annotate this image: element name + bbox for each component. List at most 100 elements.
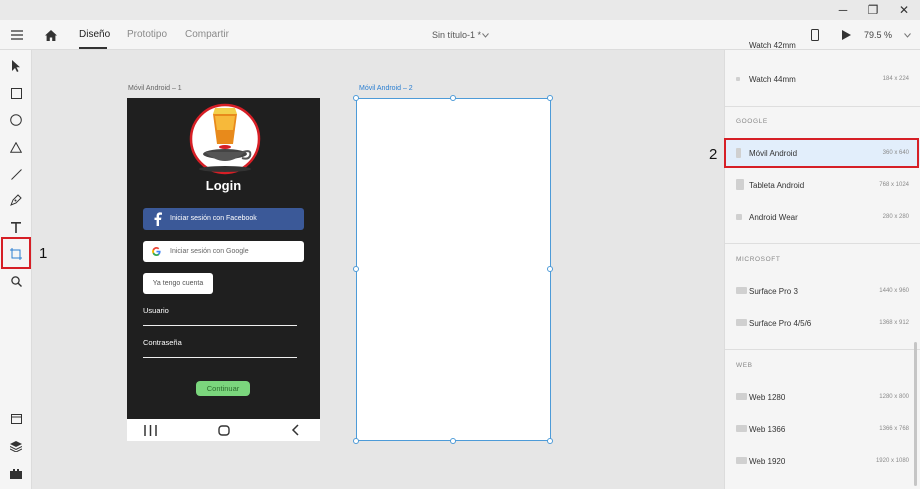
beer-logo xyxy=(189,103,261,175)
rectangle-icon xyxy=(10,87,22,99)
restore-icon: ❐ xyxy=(867,3,879,17)
preset-size: 1368 x 912 xyxy=(879,320,909,326)
annotation-one: 1 xyxy=(39,245,48,262)
artboard-presets-panel: Watch 42mm Watch 44mm 184 x 224 GOOGLE M… xyxy=(724,41,920,489)
artboard-2-label[interactable]: Móvil Android – 2 xyxy=(359,85,413,92)
preset-size: 1280 x 800 xyxy=(879,394,909,400)
close-button[interactable]: ✕ xyxy=(891,0,917,20)
facebook-icon xyxy=(154,212,162,226)
preset-name: Watch 44mm xyxy=(749,75,796,84)
title-bar: ─ ❐ ✕ xyxy=(0,0,920,20)
tab-prototype[interactable]: Prototipo xyxy=(127,29,167,40)
artboard-1-label[interactable]: Móvil Android – 1 xyxy=(128,85,182,92)
username-input[interactable] xyxy=(143,325,297,326)
plugins-icon xyxy=(10,468,22,479)
zoom-level[interactable]: 79.5 % xyxy=(864,30,892,40)
facebook-login-button[interactable]: Iniciar sesión con Facebook xyxy=(143,208,304,230)
preset-surface-pro-3[interactable]: Surface Pro 3 1440 x 960 xyxy=(725,278,920,304)
section-web-title: WEB xyxy=(736,362,753,369)
tab-share[interactable]: Compartir xyxy=(185,29,229,40)
document-title[interactable]: Sin título-1 * xyxy=(432,30,481,40)
resize-handle[interactable] xyxy=(547,266,553,272)
device-shape-icon xyxy=(736,179,744,190)
recent-apps-icon[interactable] xyxy=(144,425,157,436)
rectangle-tool[interactable] xyxy=(6,83,26,103)
google-login-label: Iniciar sesión con Google xyxy=(170,248,249,255)
home-nav-icon[interactable] xyxy=(218,425,230,436)
device-shape-icon xyxy=(736,319,747,326)
username-label: Usuario xyxy=(143,306,169,315)
assets-panel-button[interactable] xyxy=(6,409,26,429)
preset-surface-pro-4[interactable]: Surface Pro 4/5/6 1368 x 912 xyxy=(725,310,920,336)
preset-size: 1366 x 768 xyxy=(879,426,909,432)
home-icon xyxy=(45,29,57,41)
restore-button[interactable]: ❐ xyxy=(860,0,886,20)
resize-handle[interactable] xyxy=(450,438,456,444)
login-artboard[interactable]: Login Iniciar sesión con Facebook Inicia… xyxy=(127,98,320,441)
divider xyxy=(725,243,920,244)
minimize-button[interactable]: ─ xyxy=(830,0,856,20)
android-preset-highlight xyxy=(724,138,919,168)
resize-handle[interactable] xyxy=(353,95,359,101)
preset-size: 184 x 224 xyxy=(882,76,909,82)
preset-name: Web 1280 xyxy=(749,393,786,402)
tab-design[interactable]: Diseño xyxy=(79,29,110,40)
home-button[interactable] xyxy=(41,25,61,45)
password-label: Contraseña xyxy=(143,338,182,347)
line-icon xyxy=(10,168,22,180)
layers-icon xyxy=(10,440,22,452)
preset-android-tablet[interactable]: Tableta Android 768 x 1024 xyxy=(725,172,920,198)
preset-name: Web 1366 xyxy=(749,425,786,434)
resize-handle[interactable] xyxy=(353,266,359,272)
preset-watch-42mm[interactable]: Watch 42mm xyxy=(725,40,920,56)
empty-artboard[interactable] xyxy=(356,98,551,441)
preset-size: 1920 x 1080 xyxy=(875,458,909,464)
zoom-icon xyxy=(10,275,22,287)
resize-handle[interactable] xyxy=(450,95,456,101)
preset-web-1280[interactable]: Web 1280 1280 x 800 xyxy=(725,384,920,410)
login-title: Login xyxy=(205,178,242,193)
tool-rail xyxy=(0,50,32,489)
device-shape-icon xyxy=(736,214,742,220)
polygon-tool[interactable] xyxy=(6,137,26,157)
pen-tool[interactable] xyxy=(6,190,26,210)
android-nav-bar xyxy=(127,419,320,441)
zoom-chevron-icon[interactable] xyxy=(904,33,911,38)
annotation-two: 2 xyxy=(709,146,718,163)
panel-scrollbar[interactable] xyxy=(914,342,917,486)
line-tool[interactable] xyxy=(6,164,26,184)
resize-handle[interactable] xyxy=(353,438,359,444)
preset-web-1366[interactable]: Web 1366 1366 x 768 xyxy=(725,416,920,442)
preset-name: Web 1920 xyxy=(749,457,786,466)
menu-button[interactable] xyxy=(7,25,27,45)
device-shape-icon xyxy=(736,77,740,81)
device-shape-icon xyxy=(736,287,747,294)
close-icon: ✕ xyxy=(898,3,910,17)
pen-icon xyxy=(10,194,22,206)
minimize-icon: ─ xyxy=(838,3,848,17)
resize-handle[interactable] xyxy=(547,95,553,101)
artboard-tool-highlight xyxy=(1,237,31,269)
layers-panel-button[interactable] xyxy=(6,436,26,456)
play-icon xyxy=(841,30,851,40)
google-login-button[interactable]: Iniciar sesión con Google xyxy=(143,241,304,262)
continue-button[interactable]: Continuar xyxy=(196,381,250,396)
preset-android-wear[interactable]: Android Wear 280 x 280 xyxy=(725,204,920,230)
preset-size: 280 x 280 xyxy=(882,214,909,220)
resize-handle[interactable] xyxy=(547,438,553,444)
preset-size: 768 x 1024 xyxy=(879,182,909,188)
select-tool[interactable] xyxy=(6,56,26,76)
zoom-tool[interactable] xyxy=(6,271,26,291)
password-input[interactable] xyxy=(143,357,297,358)
have-account-button[interactable]: Ya tengo cuenta xyxy=(143,273,213,294)
preset-name: Watch 42mm xyxy=(749,41,796,50)
ellipse-icon xyxy=(10,114,22,126)
ellipse-tool[interactable] xyxy=(6,110,26,130)
back-nav-icon[interactable] xyxy=(291,424,299,436)
chevron-down-icon[interactable] xyxy=(482,33,489,38)
plugins-panel-button[interactable] xyxy=(6,463,26,483)
select-icon xyxy=(12,60,20,72)
preset-web-1920[interactable]: Web 1920 1920 x 1080 xyxy=(725,448,920,474)
text-tool[interactable] xyxy=(6,217,26,237)
preset-watch-44mm[interactable]: Watch 44mm 184 x 224 xyxy=(725,66,920,92)
